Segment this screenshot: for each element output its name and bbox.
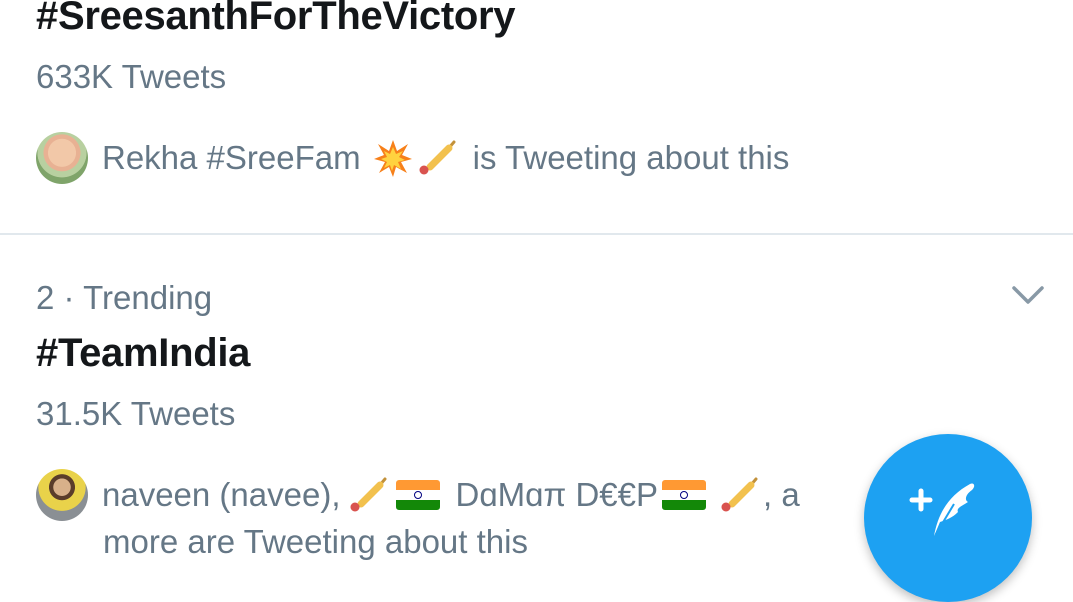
- trend-item-1[interactable]: #SreesanthForTheVictory 633K Tweets Rekh…: [0, 0, 1073, 234]
- context-trailing: , a: [763, 476, 800, 513]
- compose-tweet-icon: [909, 483, 975, 536]
- collision-icon: [373, 140, 412, 177]
- context-user-2: DɑMɑπ D€€P: [455, 476, 659, 513]
- trend-tweet-count: 633K Tweets: [36, 58, 227, 95]
- trend-context: Rekha #SreeFam is Tweeting about this: [36, 132, 789, 184]
- trend-hashtag: #SreesanthForTheVictory: [36, 0, 516, 38]
- avatar[interactable]: [36, 469, 88, 521]
- trend-rank-label: 2 · Trending: [36, 279, 213, 316]
- trend-context-line2: more are Tweeting about this: [103, 523, 528, 560]
- context-user: Rekha #SreeFam: [102, 139, 361, 176]
- chevron-down-icon[interactable]: [1011, 283, 1045, 307]
- avatar[interactable]: [36, 132, 88, 184]
- context-suffix: is Tweeting about this: [472, 139, 790, 176]
- trend-context: naveen (navee), DɑMɑπ D€€P , a: [36, 469, 800, 521]
- cricket-bat-icon: [419, 140, 456, 175]
- trend-hashtag: #TeamIndia: [36, 331, 251, 375]
- cricket-bat-icon: [721, 477, 758, 512]
- cricket-bat-icon: [350, 477, 386, 512]
- context-user-1: naveen (navee),: [102, 476, 341, 513]
- compose-tweet-button[interactable]: [864, 434, 1032, 602]
- india-flag-icon: [662, 480, 707, 510]
- trend-tweet-count: 31.5K Tweets: [36, 395, 236, 432]
- india-flag-icon: [395, 480, 440, 510]
